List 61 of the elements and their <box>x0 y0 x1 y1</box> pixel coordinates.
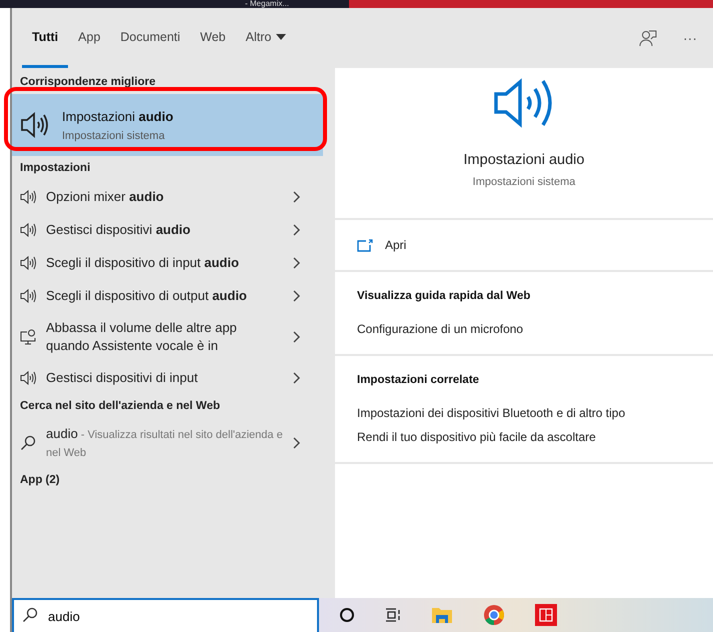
result-item[interactable]: Abbassa il volume delle altre app quando Assistente vocale è in <box>12 312 323 362</box>
result-item[interactable]: Gestisci dispositivi audio <box>12 213 323 246</box>
chevron-icon <box>293 190 301 202</box>
result-item[interactable]: Scegli il dispositivo di output audio <box>12 279 323 312</box>
related-link[interactable]: Configurazione di un microfono <box>357 322 691 336</box>
best-match-item[interactable]: Impostazioni audio Impostazioni sistema <box>12 94 323 156</box>
folder-icon[interactable] <box>431 606 453 624</box>
group-heading: Visualizza guida rapida dal Web <box>357 290 532 302</box>
chevron-icon <box>293 436 301 449</box>
task-view-icon[interactable] <box>385 607 401 623</box>
result-label: Scegli il dispositivo di input audio <box>46 254 240 272</box>
result-label: Abbassa il volume delle altre app quando Assistente vocale è in <box>46 319 238 354</box>
speaker-icon <box>20 288 36 302</box>
chevron-icon <box>293 330 301 343</box>
feedback-icon[interactable] <box>639 29 657 47</box>
group-heading: Impostazioni correlate <box>357 374 480 386</box>
tab[interactable]: Tutti <box>22 8 68 68</box>
result-label: Scegli il dispositivo di output audio <box>46 286 248 304</box>
speaker-icon <box>20 190 36 204</box>
result-subtitle: Impostazioni sistema <box>62 130 166 142</box>
tab[interactable]: Altro <box>236 8 296 68</box>
result-label: Gestisci dispositivi di input <box>46 368 199 386</box>
section-heading: Impostazioni <box>19 161 92 176</box>
chevron-icon <box>293 256 301 268</box>
browser-icon[interactable] <box>483 604 505 626</box>
related-link[interactable]: Rendi il tuo dispositivo più facile da ascoltare <box>357 430 691 444</box>
monitor-icon <box>20 328 36 345</box>
open-icon <box>357 238 373 252</box>
chevron-icon <box>293 224 301 236</box>
result-item[interactable]: Opzioni mixer audio <box>12 180 323 213</box>
speaker-icon <box>20 370 36 385</box>
chevron-icon <box>293 372 301 384</box>
tab[interactable]: Documenti <box>110 8 190 68</box>
window-title: - Megamix... <box>245 0 290 8</box>
section-heading: Corrispondenze migliore <box>19 75 156 90</box>
result-label: audio - Visualizza risultati nel sito dell'azienda e nel Web <box>46 425 283 461</box>
speaker-icon <box>20 222 36 236</box>
result-item[interactable]: Scegli il dispositivo di input audio <box>12 246 323 279</box>
result-label: Gestisci dispositivi audio <box>46 220 192 238</box>
result-item[interactable]: audio - Visualizza risultati nel sito dell'azienda e nel Web <box>12 418 323 468</box>
search-icon <box>20 434 36 451</box>
result-item[interactable]: Gestisci dispositivi di input <box>12 361 323 394</box>
speaker-icon <box>493 78 555 128</box>
section-heading: Cerca nel sito dell'azienda e nel Web <box>19 399 222 414</box>
more-button[interactable]: ··· <box>677 8 703 68</box>
speaker-icon <box>20 112 50 138</box>
caret-icon <box>276 34 286 40</box>
result-label: Opzioni mixer audio <box>46 188 165 206</box>
circle-icon[interactable] <box>339 607 355 623</box>
speaker-icon <box>20 256 36 270</box>
chevron-icon <box>293 290 301 302</box>
section-heading: App (2) <box>19 472 61 488</box>
open-link[interactable]: Apri <box>385 238 406 252</box>
search-field[interactable]: audio <box>12 598 319 632</box>
preview-subtitle: Impostazioni sistema <box>472 176 576 188</box>
result-title: Impostazioni audio <box>62 108 174 124</box>
tab[interactable]: App <box>68 8 110 68</box>
app-icon[interactable] <box>535 604 557 626</box>
tab[interactable]: Web <box>190 8 236 68</box>
preview-title: Impostazioni audio <box>464 152 584 168</box>
related-link[interactable]: Impostazioni dei dispositivi Bluetooth e di altro tipo <box>357 406 691 420</box>
